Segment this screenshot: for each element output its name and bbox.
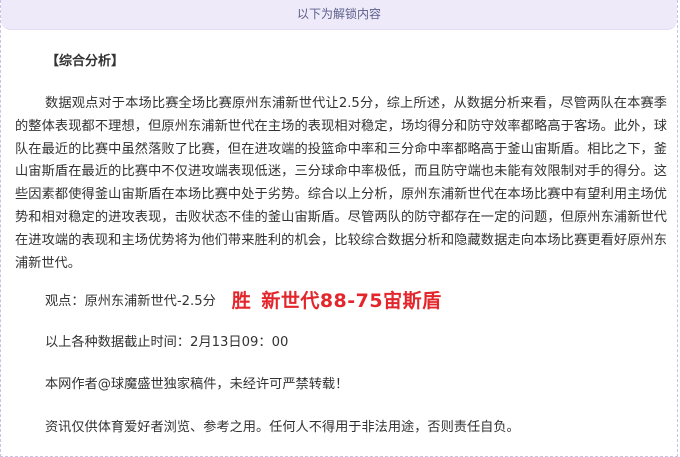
viewpoint-label: 观点： [45,293,85,309]
viewpoint-row: 观点： 原州东浦新世代-2.5分 胜新世代88-75宙斯盾 [45,284,442,314]
viewpoint-result: 胜新世代88-75宙斯盾 [232,286,442,313]
copyright-notice: 本网作者@球魔盛世独家稿件，未经许可严禁转载！ [45,377,349,392]
viewpoint-pick: 原州东浦新世代-2.5分 [84,293,216,309]
result-outcome: 胜 [231,289,252,312]
unlocked-content-card: 以下为解锁内容 【综合分析】 数据观点对于本场比赛全场比赛原州东浦新世代让2.5… [0,0,678,457]
unlock-banner: 以下为解锁内容 [1,0,677,30]
section-title: 【综合分析】 [46,54,125,69]
result-score: 新世代88-75宙斯盾 [261,289,442,312]
analysis-paragraph: 数据观点对于本场比赛全场比赛原州东浦新世代让2.5分，综上所述，从数据分析来看，… [15,96,667,271]
data-cutoff-time: 以上各种数据截止时间：2月13日09：00 [45,335,289,350]
disclaimer-text: 资讯仅供体育爱好者浏览、参考之用。任何人不得用于非法用途，否则责任自负。 [45,420,520,435]
